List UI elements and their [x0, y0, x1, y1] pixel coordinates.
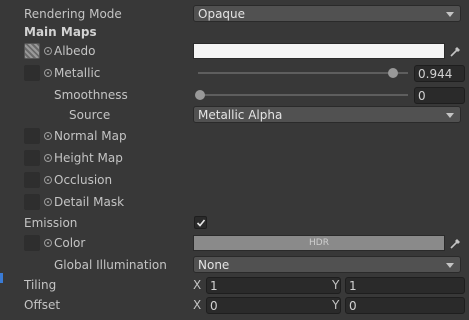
rendering-mode-value: Opaque: [198, 7, 246, 21]
height-map-texture-slot[interactable]: [24, 150, 40, 166]
rendering-mode-row: Rendering Mode Opaque: [0, 5, 469, 25]
metallic-value-field[interactable]: 0.944: [414, 65, 465, 82]
emission-texture-slot[interactable]: [24, 235, 40, 251]
tiling-y-value: 1: [349, 279, 357, 293]
metallic-value: 0.944: [418, 67, 453, 81]
source-value: Metallic Alpha: [198, 108, 283, 122]
object-picker-icon[interactable]: [44, 69, 52, 77]
object-picker-icon[interactable]: [44, 154, 52, 162]
height-map-row: Height Map: [0, 149, 469, 169]
metallic-label: Metallic: [54, 66, 101, 80]
main-maps-label: Main Maps: [24, 25, 97, 39]
normal-map-texture-slot[interactable]: [24, 128, 40, 144]
occlusion-label: Occlusion: [54, 173, 113, 187]
chevron-down-icon: [446, 263, 454, 268]
rendering-mode-label: Rendering Mode: [24, 7, 122, 21]
offset-row: Offset X 0 Y 0: [0, 296, 469, 316]
global-illumination-value: None: [198, 258, 230, 272]
metallic-texture-slot[interactable]: [24, 65, 40, 81]
global-illumination-dropdown[interactable]: None: [193, 256, 461, 273]
rendering-mode-dropdown[interactable]: Opaque: [193, 5, 461, 22]
source-dropdown[interactable]: Metallic Alpha: [193, 106, 461, 123]
emission-row: Emission: [0, 214, 469, 234]
smoothness-row: Smoothness 0: [0, 86, 469, 106]
eyedropper-icon[interactable]: [449, 44, 463, 58]
occlusion-row: Occlusion: [0, 171, 469, 191]
metallic-slider-track[interactable]: [198, 72, 408, 74]
checkmark-icon: [196, 219, 206, 227]
albedo-texture-slot[interactable]: [24, 43, 40, 59]
tiling-x-value: 1: [210, 279, 218, 293]
tiling-label: Tiling: [24, 278, 57, 292]
tiling-y-label: Y: [332, 278, 340, 292]
smoothness-label: Smoothness: [54, 88, 128, 102]
normal-map-label: Normal Map: [54, 129, 127, 143]
offset-x-label: X: [193, 298, 202, 312]
offset-x-value: 0: [210, 299, 218, 313]
albedo-color-field[interactable]: [193, 43, 445, 59]
albedo-row: Albedo: [0, 42, 469, 62]
occlusion-texture-slot[interactable]: [24, 172, 40, 188]
offset-y-field[interactable]: 0: [345, 297, 465, 314]
normal-map-row: Normal Map: [0, 127, 469, 147]
smoothness-slider-track[interactable]: [198, 94, 408, 96]
offset-y-value: 0: [349, 299, 357, 313]
hdr-badge: HDR: [309, 238, 329, 248]
metallic-row: Metallic 0.944: [0, 64, 469, 84]
smoothness-value-field[interactable]: 0: [414, 87, 465, 104]
offset-label: Offset: [24, 298, 61, 312]
detail-mask-row: Detail Mask: [0, 193, 469, 213]
source-label: Source: [69, 108, 111, 122]
smoothness-slider-handle[interactable]: [195, 90, 205, 100]
object-picker-icon[interactable]: [44, 132, 52, 140]
metallic-slider-handle[interactable]: [388, 68, 398, 78]
emission-label: Emission: [24, 216, 78, 230]
offset-x-field[interactable]: 0: [206, 297, 341, 314]
detail-mask-texture-slot[interactable]: [24, 194, 40, 210]
global-illumination-row: Global Illumination None: [0, 256, 469, 276]
smoothness-value: 0: [418, 89, 426, 103]
emission-color-row: Color HDR: [0, 234, 469, 254]
object-picker-icon[interactable]: [44, 176, 52, 184]
object-picker-icon[interactable]: [44, 198, 52, 206]
emission-color-field[interactable]: HDR: [193, 235, 445, 251]
tiling-x-label: X: [193, 278, 202, 292]
height-map-label: Height Map: [54, 151, 123, 165]
albedo-label: Albedo: [54, 44, 96, 58]
global-illumination-label: Global Illumination: [54, 258, 167, 272]
object-picker-icon[interactable]: [44, 47, 52, 55]
tiling-row: Tiling X 1 Y 1: [0, 276, 469, 296]
object-picker-icon[interactable]: [44, 239, 52, 247]
tiling-y-field[interactable]: 1: [345, 277, 465, 294]
emission-color-label: Color: [54, 236, 86, 250]
main-maps-header: Main Maps: [0, 23, 469, 43]
emission-checkbox[interactable]: [194, 216, 207, 229]
chevron-down-icon: [446, 113, 454, 118]
tiling-x-field[interactable]: 1: [206, 277, 341, 294]
chevron-down-icon: [446, 12, 454, 17]
source-row: Source Metallic Alpha: [0, 106, 469, 126]
detail-mask-label: Detail Mask: [54, 195, 125, 209]
eyedropper-icon[interactable]: [449, 236, 463, 250]
offset-y-label: Y: [332, 298, 340, 312]
